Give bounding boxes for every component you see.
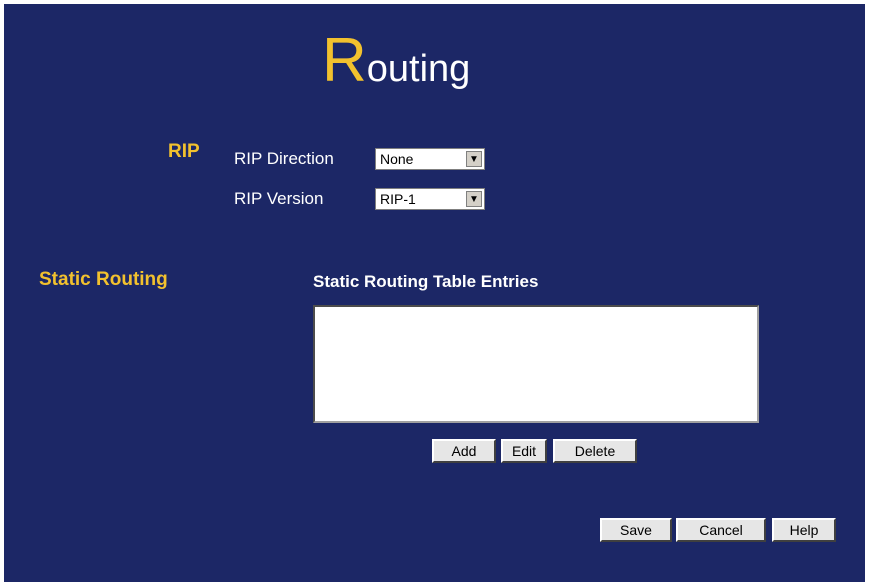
page-title-initial: R bbox=[322, 26, 367, 95]
rip-version-label: RIP Version bbox=[234, 189, 324, 208]
add-button[interactable]: Add bbox=[432, 439, 496, 463]
routing-panel: Routing RIP RIP Direction None ▼ RIP Ver… bbox=[4, 4, 865, 582]
delete-button[interactable]: Delete bbox=[553, 439, 637, 463]
static-routing-table-heading: Static Routing Table Entries bbox=[313, 272, 539, 291]
static-routing-table-list[interactable] bbox=[313, 305, 759, 423]
rip-version-value: RIP-1 bbox=[380, 191, 416, 207]
static-routing-section-label: Static Routing bbox=[39, 269, 168, 290]
chevron-down-icon: ▼ bbox=[466, 151, 482, 167]
rip-direction-label: RIP Direction bbox=[234, 149, 334, 168]
edit-button[interactable]: Edit bbox=[501, 439, 547, 463]
rip-version-select[interactable]: RIP-1 ▼ bbox=[375, 188, 485, 210]
rip-direction-value: None bbox=[380, 151, 414, 167]
chevron-down-icon: ▼ bbox=[466, 191, 482, 207]
rip-section-label: RIP bbox=[168, 141, 200, 162]
save-button[interactable]: Save bbox=[600, 518, 672, 542]
page-title-rest: outing bbox=[366, 48, 471, 90]
page-title: Routing bbox=[322, 26, 470, 96]
cancel-button[interactable]: Cancel bbox=[676, 518, 766, 542]
help-button[interactable]: Help bbox=[772, 518, 836, 542]
rip-direction-select[interactable]: None ▼ bbox=[375, 148, 485, 170]
